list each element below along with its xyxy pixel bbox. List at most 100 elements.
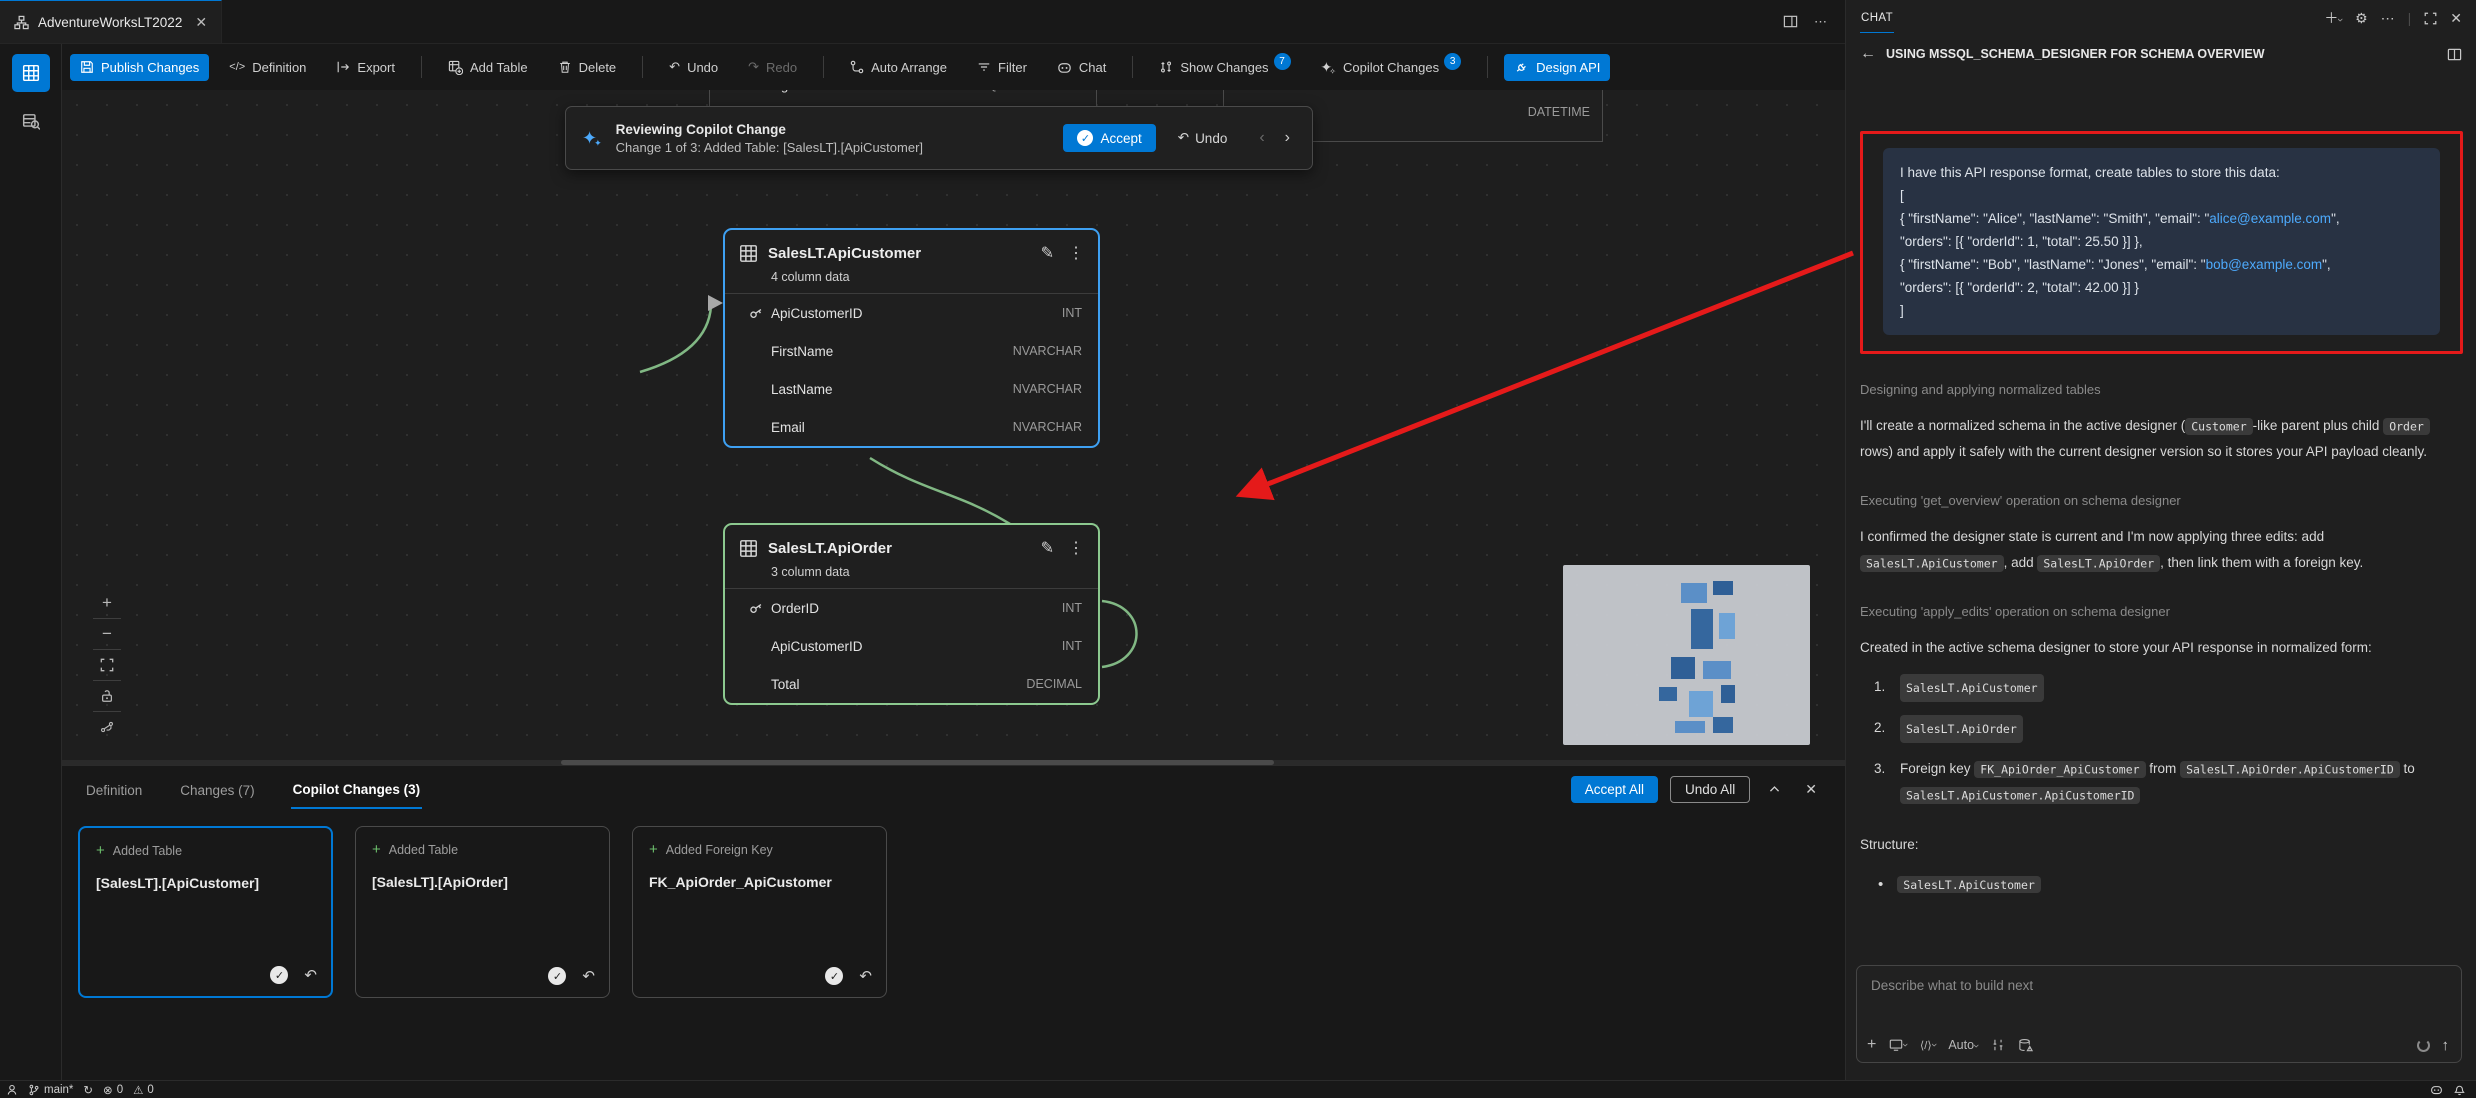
remote-icon[interactable] xyxy=(6,1084,18,1096)
code-chip: SalesLT.ApiOrder.ApiCustomerID xyxy=(2180,761,2400,778)
tab-definition[interactable]: Definition xyxy=(84,771,144,808)
accept-all-button[interactable]: Accept All xyxy=(1571,776,1658,803)
maximize-panel-icon[interactable] xyxy=(2424,12,2437,25)
undo-change-icon[interactable]: ↶ xyxy=(859,967,872,985)
filter-button[interactable]: Filter xyxy=(967,54,1037,81)
mode-icon[interactable]: ⟨/⟩› xyxy=(1920,1039,1935,1052)
schema-minimap[interactable] xyxy=(1563,565,1810,745)
tab-adventureworks[interactable]: AdventureWorksLT2022 ✕ xyxy=(0,0,222,43)
chat-input[interactable] xyxy=(1869,976,2449,1016)
plug-icon xyxy=(1514,60,1529,75)
table-row[interactable]: Email NVARCHAR xyxy=(725,408,1098,446)
chat-input-box[interactable]: + › ⟨/⟩› Auto› ↑ xyxy=(1856,965,2462,1063)
email-link[interactable]: bob@example.com xyxy=(2206,257,2323,272)
table-subtitle: 4 column data xyxy=(725,263,1098,294)
undo-change-icon[interactable]: ↶ xyxy=(304,966,317,984)
new-chat-icon[interactable]: ＋› xyxy=(2324,8,2342,28)
show-changes-button[interactable]: Show Changes 7 xyxy=(1149,54,1300,81)
tools-icon[interactable] xyxy=(1991,1038,2005,1052)
canvas-zoom-controls: + − xyxy=(88,588,126,742)
table-menu-icon[interactable]: ⋮ xyxy=(1068,538,1084,558)
error-icon: ⊗ xyxy=(103,1083,113,1097)
open-in-editor-icon[interactable] xyxy=(2447,47,2462,62)
close-panel-icon[interactable]: ✕ xyxy=(1799,779,1823,800)
toolbar-separator xyxy=(421,56,422,78)
copilot-change-card[interactable]: + Added Table [SalesLT].[ApiCustomer] ✓ … xyxy=(78,826,333,998)
accept-change-icon[interactable]: ✓ xyxy=(548,967,566,985)
table-row[interactable]: ApiCustomerID INT xyxy=(725,294,1098,332)
publish-changes-button[interactable]: Publish Changes xyxy=(70,54,209,81)
undo-all-button[interactable]: Undo All xyxy=(1670,776,1750,803)
column-name: rowguid xyxy=(760,90,806,93)
table-row[interactable]: LastName NVARCHAR xyxy=(725,370,1098,408)
table-row[interactable]: FirstName NVARCHAR xyxy=(725,332,1098,370)
design-api-button[interactable]: Design API xyxy=(1504,54,1610,81)
copilot-changes-button[interactable]: ✦✧ Copilot Changes 3 xyxy=(1311,53,1472,82)
tab-close-icon[interactable]: ✕ xyxy=(195,14,207,31)
definition-button[interactable]: </> Definition xyxy=(219,54,316,81)
sync-indicator[interactable]: ↻ xyxy=(83,1083,93,1097)
tab-copilot-changes[interactable]: Copilot Changes (3) xyxy=(291,770,423,809)
bell-icon[interactable] xyxy=(2453,1083,2466,1096)
export-button[interactable]: Export xyxy=(326,54,405,81)
toolbar-separator xyxy=(823,56,824,78)
edit-table-icon[interactable]: ✎ xyxy=(1041,538,1054,558)
fit-view-button[interactable] xyxy=(90,650,124,680)
copilot-status-icon[interactable] xyxy=(2430,1083,2443,1096)
schema-filter-view-button[interactable] xyxy=(12,102,50,140)
zoom-out-button[interactable]: − xyxy=(90,619,124,649)
collapse-panel-icon[interactable] xyxy=(1762,781,1787,798)
accept-change-button[interactable]: ✓ Accept xyxy=(1063,124,1155,152)
more-actions-icon[interactable]: ⋯ xyxy=(1814,14,1827,30)
split-editor-icon[interactable] xyxy=(1783,14,1798,29)
send-icon[interactable]: ↑ xyxy=(2442,1037,2450,1054)
lock-canvas-button[interactable] xyxy=(90,681,124,711)
problems-indicator[interactable]: ⊗0 ⚠0 xyxy=(103,1083,154,1097)
back-icon[interactable]: ← xyxy=(1860,45,1876,63)
next-change-icon[interactable]: › xyxy=(1285,129,1290,147)
zoom-in-button[interactable]: + xyxy=(90,588,124,618)
screen-context-icon[interactable]: › xyxy=(1889,1038,1907,1052)
branch-indicator[interactable]: main* xyxy=(28,1084,73,1096)
accept-change-icon[interactable]: ✓ xyxy=(825,967,843,985)
redo-button[interactable]: ↷ Redo xyxy=(738,53,807,81)
model-picker[interactable]: Auto› xyxy=(1948,1038,1977,1052)
undo-change-button[interactable]: ↶ Undo xyxy=(1170,124,1236,152)
table-node-apiorder[interactable]: SalesLT.ApiOrder ✎ ⋮ 3 column data Order… xyxy=(723,523,1100,705)
add-table-button[interactable]: Add Table xyxy=(438,54,538,81)
copilot-change-card[interactable]: + Added Table [SalesLT].[ApiOrder] ✓ ↶ xyxy=(355,826,610,998)
table-menu-icon[interactable]: ⋮ xyxy=(1068,243,1084,263)
edit-table-icon[interactable]: ✎ xyxy=(1041,243,1054,263)
toolbar-separator xyxy=(1132,56,1133,78)
schema-diagram-view-button[interactable] xyxy=(12,54,50,92)
delete-button[interactable]: Delete xyxy=(548,54,627,81)
copilot-change-card[interactable]: + Added Foreign Key FK_ApiOrder_ApiCusto… xyxy=(632,826,887,998)
tab-changes[interactable]: Changes (7) xyxy=(178,771,256,808)
auto-layout-button[interactable] xyxy=(90,712,124,742)
chat-panel-tab[interactable]: CHAT xyxy=(1860,3,1894,33)
code-chip: FK_ApiOrder_ApiCustomer xyxy=(1974,761,2145,778)
copilot-changes-badge: 3 xyxy=(1444,53,1461,70)
close-panel-icon[interactable]: ✕ xyxy=(2450,10,2462,27)
undo-icon: ↶ xyxy=(669,59,680,75)
table-row[interactable]: OrderID INT xyxy=(725,589,1098,627)
add-context-icon[interactable]: + xyxy=(1867,1036,1876,1054)
change-object-name: [SalesLT].[ApiCustomer] xyxy=(96,875,315,891)
gear-icon[interactable]: ⚙ xyxy=(2355,10,2368,27)
code-chip: SalesLT.ApiCustomer.ApiCustomerID xyxy=(1900,787,2140,804)
table-row[interactable]: Total DECIMAL xyxy=(725,665,1098,703)
database-warning-icon[interactable] xyxy=(2018,1038,2033,1053)
undo-change-icon[interactable]: ↶ xyxy=(582,967,595,985)
undo-button[interactable]: ↶ Undo xyxy=(659,53,728,81)
schema-canvas[interactable]: rowguid UNIQUEIDENTIFIER rowguid Date DA… xyxy=(62,90,1845,765)
more-icon[interactable]: ⋯ xyxy=(2381,10,2395,27)
chat-conversation[interactable]: I have this API response format, create … xyxy=(1846,74,2476,954)
email-link[interactable]: alice@example.com xyxy=(2209,211,2331,226)
column-type: UNIQUEIDENTIFIER xyxy=(966,90,1084,92)
auto-arrange-button[interactable]: Auto Arrange xyxy=(840,54,957,81)
chat-button[interactable]: Chat xyxy=(1047,54,1116,81)
previous-change-icon[interactable]: ‹ xyxy=(1259,129,1264,147)
accept-change-icon[interactable]: ✓ xyxy=(270,966,288,984)
table-row[interactable]: ApiCustomerID INT xyxy=(725,627,1098,665)
table-node-apicustomer[interactable]: SalesLT.ApiCustomer ✎ ⋮ 4 column data Ap… xyxy=(723,228,1100,448)
